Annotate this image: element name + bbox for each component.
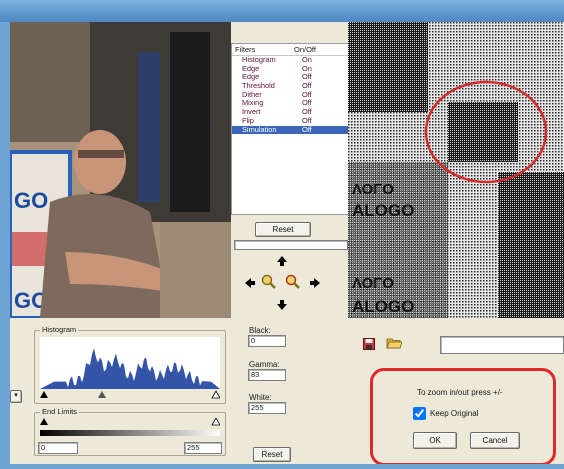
- ok-button[interactable]: OK: [413, 432, 457, 449]
- gamma-label: Gamma:: [249, 360, 280, 369]
- processed-image-graphic: ΛΟΓΟ ALOGO ΛΟΓΟ ALOGO: [348, 22, 564, 318]
- processed-sign-text: ΛΟΓΟ: [352, 275, 394, 292]
- keep-original-checkbox[interactable]: [413, 407, 426, 420]
- open-folder-icon[interactable]: [386, 336, 403, 352]
- title-bar: [0, 0, 564, 22]
- end-limit-high-field[interactable]: 255: [184, 442, 222, 454]
- processed-sign-text: ALOGO: [352, 201, 414, 220]
- cancel-button[interactable]: Cancel: [470, 432, 520, 449]
- end-limits-slider[interactable]: [40, 417, 221, 430]
- end-limit-low-marker[interactable]: [40, 418, 48, 425]
- keep-original-label: Keep Original: [430, 409, 479, 418]
- white-field[interactable]: 255: [248, 402, 286, 414]
- histogram-group-label: Histogram: [40, 325, 79, 334]
- keep-original-checkbox-row[interactable]: Keep Original: [413, 407, 478, 420]
- white-label: White:: [249, 393, 272, 402]
- arrow-up-icon[interactable]: [276, 255, 288, 269]
- arrow-left-icon[interactable]: [244, 277, 256, 291]
- filter-item-selected[interactable]: Simulation Off: [232, 124, 349, 135]
- processed-image: ΛΟΓΟ ALOGO ΛΟΓΟ ALOGO: [348, 22, 564, 318]
- histogram-slider[interactable]: [40, 389, 221, 399]
- status-field: [440, 336, 564, 354]
- arrow-down-icon[interactable]: [276, 299, 288, 313]
- filter-progress-bar: [234, 240, 348, 250]
- filters-list[interactable]: Filters On/Off Histogram On Edge On Edge Of…: [231, 43, 350, 215]
- histogram-white-marker[interactable]: [211, 390, 221, 399]
- arrow-right-icon[interactable]: [309, 277, 321, 291]
- window-bottom-border: [0, 464, 564, 469]
- window-left-border: [0, 22, 10, 467]
- filters-header-state: On/Off: [294, 45, 316, 54]
- zoom-hint-text: To zoom in/out press +/-: [417, 388, 503, 397]
- filter-state: Off: [302, 124, 312, 134]
- save-icon[interactable]: [363, 338, 375, 352]
- black-label: Black:: [249, 326, 271, 335]
- end-limit-high-marker[interactable]: [211, 417, 221, 426]
- processed-sign-text: ΛΟΓΟ: [352, 181, 394, 198]
- zoom-in-icon[interactable]: [261, 274, 277, 292]
- end-limits-label: End Limits: [40, 407, 80, 416]
- processed-sign-text: ALOGO: [352, 297, 414, 316]
- svg-text:GO: GO: [14, 188, 48, 213]
- histogram-gamma-marker[interactable]: [98, 391, 106, 398]
- histogram-plot: [40, 337, 220, 389]
- histogram-black-marker[interactable]: [40, 391, 48, 398]
- original-photo: GO GO: [10, 22, 231, 318]
- end-limit-low-field[interactable]: 0: [38, 442, 78, 454]
- gradient-bar: [40, 430, 220, 436]
- chevron-down-icon[interactable]: ▾: [10, 390, 22, 403]
- gamma-field[interactable]: 83: [248, 369, 286, 381]
- filter-name: Simulation: [242, 124, 277, 134]
- zoom-out-icon[interactable]: [285, 274, 301, 292]
- black-field[interactable]: 0: [248, 335, 286, 347]
- filters-reset-button[interactable]: Reset: [255, 222, 311, 237]
- histogram-chart: [40, 337, 220, 391]
- original-photo-graphic: GO GO: [10, 22, 231, 318]
- filters-header-name: Filters: [235, 45, 256, 54]
- levels-reset-button[interactable]: Reset: [253, 447, 291, 462]
